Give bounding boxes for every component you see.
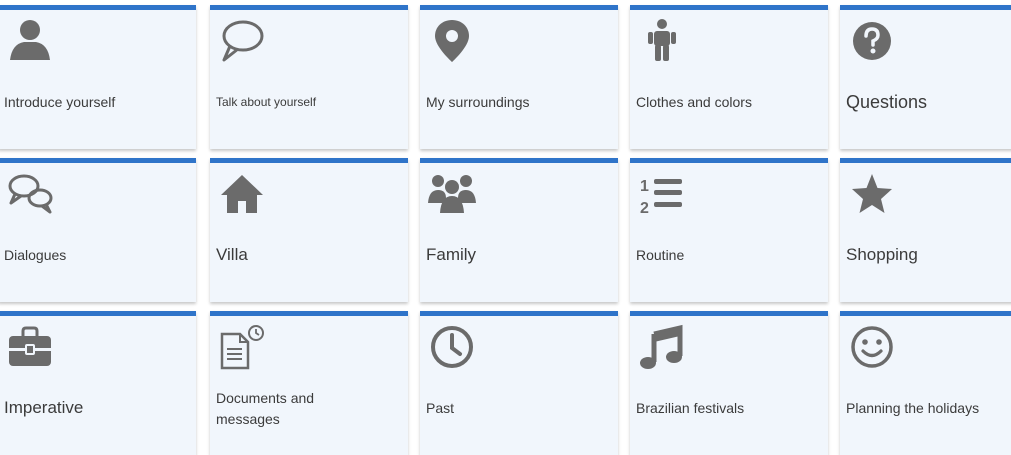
tile-planning-the-holidays[interactable]: Planning the holidays [840,311,1011,455]
house-icon [218,171,266,217]
tile-label: Questions [846,92,928,112]
tile-label: Introduce yourself [4,94,116,110]
tile-documents-and-messages[interactable]: Documents and messages [210,311,408,455]
tile-label: My surroundings [426,94,530,110]
numbered-list-icon: 12 [638,171,686,217]
briefcase-icon [6,324,54,370]
clock-icon [428,324,476,370]
smiley-icon [848,324,896,370]
tile-label: Talk about yourself [216,95,317,109]
music-note-icon [638,324,686,370]
tile-routine[interactable]: 12 Routine [630,158,828,302]
tile-villa[interactable]: Villa [210,158,408,302]
document-clock-icon [218,324,266,370]
tile-label: Routine [636,247,685,263]
tile-my-surroundings[interactable]: My surroundings [420,5,618,149]
tile-label: Family [426,245,477,264]
person-icon [6,18,54,64]
tile-dialogues[interactable]: Dialogues [0,158,196,302]
child-figure-icon [638,18,686,64]
tile-imperative[interactable]: Imperative [0,311,196,455]
map-pin-icon [428,18,476,64]
tile-brazilian-festivals[interactable]: Brazilian festivals [630,311,828,455]
tile-label: Villa [216,245,248,264]
svg-text:1: 1 [640,178,649,195]
tile-label: Dialogues [4,247,67,263]
svg-text:2: 2 [640,200,649,217]
tile-label: Clothes and colors [636,94,752,110]
tile-questions[interactable]: Questions [840,5,1011,149]
group-people-icon [428,171,476,217]
tile-label: Brazilian festivals [636,400,745,416]
speech-bubble-icon [218,18,266,64]
tile-talk-about-yourself[interactable]: Talk about yourself [210,5,408,149]
tile-label: Documents and messages [216,390,315,427]
star-icon [848,171,896,217]
tile-past[interactable]: Past [420,311,618,455]
question-circle-icon [848,18,896,64]
tile-label: Shopping [846,245,918,264]
tile-shopping[interactable]: Shopping [840,158,1011,302]
tile-label: Past [426,400,455,416]
tile-introduce-yourself[interactable]: Introduce yourself [0,5,196,149]
tile-family[interactable]: Family [420,158,618,302]
two-speech-bubbles-icon [6,171,54,217]
tile-clothes-and-colors[interactable]: Clothes and colors [630,5,828,149]
tile-label: Imperative [4,398,84,417]
tile-label: Planning the holidays [846,400,980,416]
